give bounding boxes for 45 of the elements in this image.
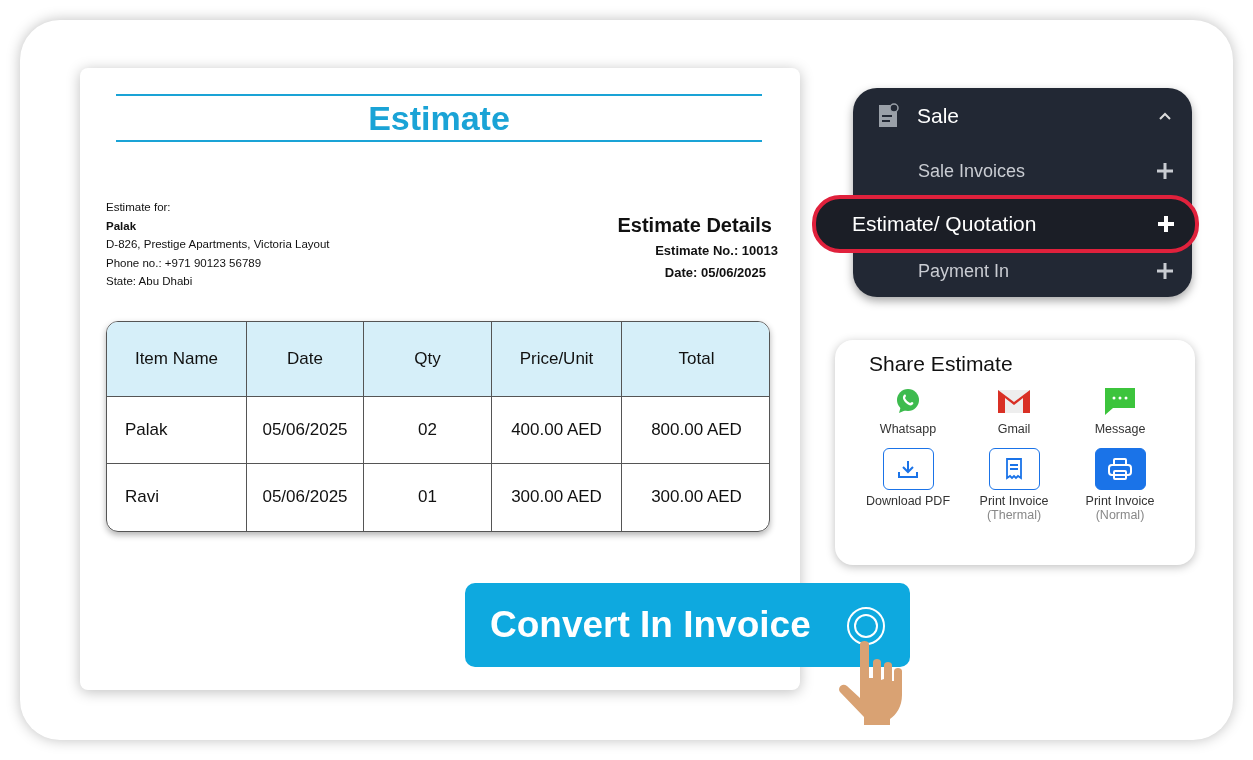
column-header: Date: [247, 321, 364, 397]
chat-bubble-icon: [1103, 385, 1137, 416]
table-cell: Ravi: [107, 463, 247, 531]
customer-state: State: Abu Dhabi: [106, 274, 194, 289]
plus-icon: [1156, 262, 1174, 280]
table-cell: 05/06/2025: [247, 463, 364, 531]
customer-address: D-826, Prestige Apartments, Victoria Layout: [106, 237, 330, 252]
document-icon: [877, 102, 899, 129]
bill-to-label: Estimate for:: [106, 200, 172, 215]
table-cell: 300.00 AED: [492, 463, 622, 531]
table-cell: 400.00 AED: [492, 396, 622, 464]
share-option[interactable]: Whatsapp: [855, 381, 961, 436]
menu-item[interactable]: Estimate/ Quotation: [812, 195, 1199, 253]
plus-icon: [1157, 215, 1175, 233]
panel-title: Share Estimate: [869, 351, 1014, 377]
table-cell: 02: [364, 396, 492, 464]
share-option[interactable]: Print Invoice (Normal): [1067, 447, 1173, 522]
table-cell: 01: [364, 463, 492, 531]
share-option[interactable]: Download PDF: [855, 447, 961, 522]
estimate-number: Estimate No.: 10013: [655, 242, 778, 260]
receipt-icon: [1005, 457, 1023, 480]
menu-title: Sale: [917, 103, 961, 129]
menu-item[interactable]: Payment In: [918, 254, 1180, 288]
column-header: Qty: [364, 321, 492, 397]
customer-phone: Phone no.: +971 90123 56789: [106, 255, 263, 271]
menu-item[interactable]: Sale Invoices: [918, 154, 1180, 188]
table-cell-text: 300.00 AED: [650, 486, 743, 509]
document-title: Estimate: [116, 94, 762, 142]
tap-ripple-icon: [846, 605, 886, 647]
column-header: Total: [622, 321, 769, 397]
customer-name: Palak: [106, 218, 138, 234]
plus-icon: [1156, 162, 1174, 180]
collapse-chevron-icon[interactable]: [1158, 110, 1172, 121]
share-option[interactable]: Message: [1067, 381, 1173, 436]
column-header: Item Name: [107, 321, 247, 397]
printer-icon: [1107, 456, 1133, 481]
column-header: Price/Unit: [492, 321, 622, 397]
share-option[interactable]: Print Invoice (Thermal): [961, 447, 1067, 522]
table-cell: 800.00 AED: [622, 396, 769, 464]
download-icon: [897, 458, 919, 479]
estimate-date: Date: 05/06/2025: [664, 264, 766, 282]
share-option[interactable]: Gmail: [961, 381, 1067, 436]
table-cell: Palak: [107, 396, 247, 464]
details-heading: Estimate Details: [617, 213, 772, 238]
table-cell: 05/06/2025: [247, 396, 364, 464]
